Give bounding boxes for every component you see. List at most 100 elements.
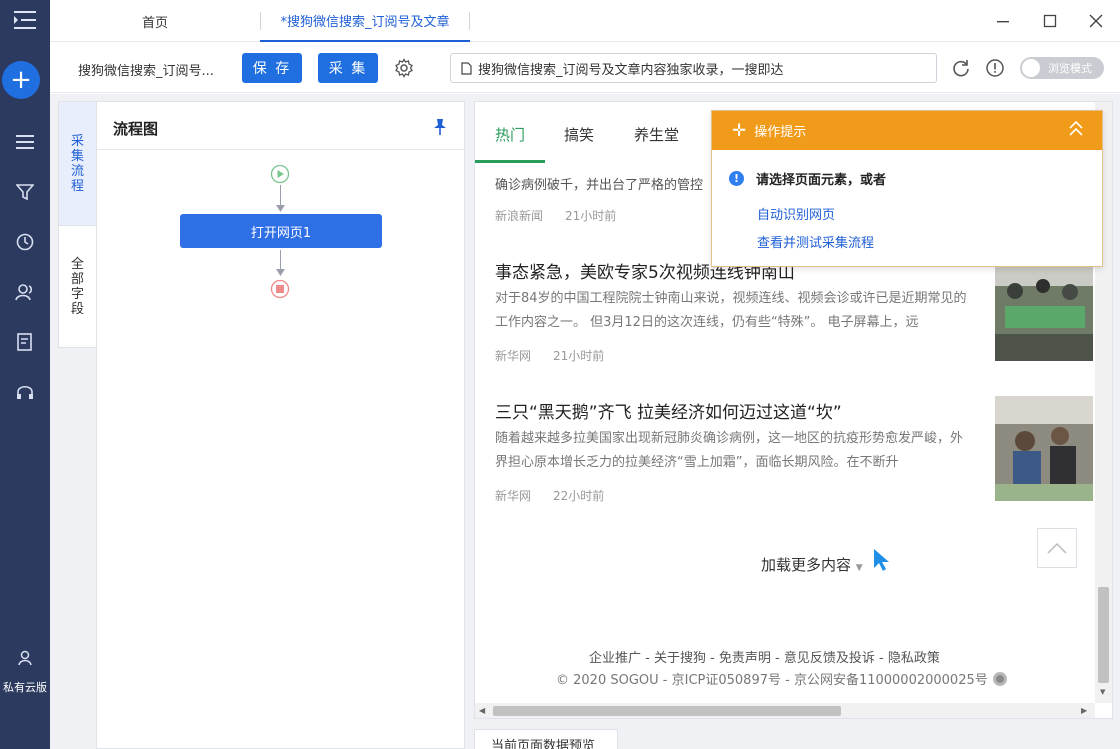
toolbar: 搜狗微信搜索_订阅号... 保 存 采 集 搜狗微信搜索_订阅号及文章内容独家收… — [50, 43, 1120, 93]
news-time: 21小时前 — [553, 349, 605, 363]
scroll-left-icon[interactable]: ◀ — [479, 706, 485, 715]
active-tab-indicator — [475, 160, 545, 163]
clock-icon[interactable] — [0, 224, 50, 260]
horizontal-scrollbar[interactable]: ◀ ▶ — [475, 703, 1095, 718]
caret-down-icon: ▼ — [855, 563, 863, 573]
news-tab-health[interactable]: 养生堂 — [634, 124, 679, 145]
end-node-icon[interactable] — [270, 279, 290, 303]
side-tabs: 采 集 流 程 全 部 字 段 — [58, 101, 96, 348]
private-cloud-entry[interactable]: 私有云版 — [0, 650, 50, 695]
flow-node-open-page[interactable]: 打开网页1 — [180, 214, 382, 248]
headset-icon[interactable] — [0, 374, 50, 410]
news-source: 新浪新闻 — [495, 209, 544, 223]
minimize-icon[interactable] — [986, 6, 1020, 36]
arrow-down-icon — [276, 269, 285, 276]
chevron-up-icon — [1047, 542, 1067, 554]
auto-detect-link[interactable]: 自动识别网页 — [757, 204, 835, 223]
toggle-knob — [1022, 59, 1040, 77]
police-badge-icon — [992, 671, 1008, 691]
operation-tip-popup: ✛ 操作提示 ! 请选择页面元素，或者 自动识别网页 查看并测试采集流程 — [711, 110, 1103, 267]
scrollbar-thumb[interactable] — [1098, 587, 1109, 683]
scroll-down-icon[interactable]: ▼ — [1100, 688, 1105, 696]
collect-button[interactable]: 采 集 — [318, 53, 378, 83]
add-task-button[interactable]: + — [2, 61, 40, 99]
page-icon — [461, 61, 472, 75]
tab-char: 采 — [70, 133, 84, 149]
data-preview-tab[interactable]: 当前页面数据预览 — [474, 729, 618, 749]
task-name: 搜狗微信搜索_订阅号... — [78, 64, 214, 79]
menu-icon[interactable] — [0, 2, 50, 38]
scrollbar-thumb[interactable] — [493, 706, 841, 716]
settings-icon[interactable] — [392, 56, 416, 80]
arrow-down-icon — [276, 205, 285, 212]
tab-char: 流 — [70, 163, 84, 179]
tab-all-fields[interactable]: 全 部 字 段 — [59, 226, 96, 348]
flowchart-title: 流程图 — [113, 120, 159, 138]
footer-copyright: © 2020 SOGOU - 京ICP证050897号 - 京公网安备11000… — [556, 669, 1008, 691]
private-cloud-label: 私有云版 — [3, 681, 47, 694]
tab-home[interactable]: 首页 — [50, 0, 260, 42]
flowchart-header: 流程图 — [97, 102, 464, 150]
tip-header[interactable]: ✛ 操作提示 — [712, 111, 1102, 150]
load-more-link[interactable]: 加载更多内容 ▼ — [761, 554, 863, 575]
news-source: 新华网 — [495, 349, 532, 363]
alert-icon[interactable] — [983, 56, 1007, 80]
test-flow-link[interactable]: 查看并测试采集流程 — [757, 232, 874, 251]
news-tab-funny[interactable]: 搞笑 — [564, 124, 594, 145]
news-meta: 新浪新闻 21小时前 — [495, 207, 616, 224]
tab-char: 段 — [70, 302, 84, 317]
pin-icon[interactable] — [432, 118, 448, 140]
news-thumbnail[interactable] — [995, 256, 1093, 361]
plus-icon: + — [10, 65, 32, 95]
pointer-cursor-icon — [873, 548, 891, 576]
news-time: 21小时前 — [565, 209, 617, 223]
users-icon[interactable] — [0, 274, 50, 310]
load-more-label: 加载更多内容 — [761, 556, 852, 574]
maximize-icon[interactable] — [1033, 6, 1067, 36]
news-meta: 新华网 22小时前 — [495, 487, 604, 504]
news-summary: 随着越来越多拉美国家出现新冠肺炎确诊病例，这一地区的抗疫形势愈发严峻，外界担心原… — [495, 431, 964, 470]
document-icon[interactable] — [0, 324, 50, 360]
tab-divider — [469, 12, 470, 30]
url-input[interactable]: 搜狗微信搜索_订阅号及文章内容独家收录，一搜即达 — [450, 53, 937, 83]
tab-task[interactable]: *搜狗微信搜索_订阅号及文章 — [260, 0, 470, 42]
user-icon — [0, 650, 50, 669]
back-to-top-button[interactable] — [1037, 528, 1077, 568]
url-text: 搜狗微信搜索_订阅号及文章内容独家收录，一搜即达 — [478, 62, 784, 78]
filter-icon[interactable] — [0, 174, 50, 210]
news-thumbnail[interactable] — [995, 396, 1093, 501]
scroll-right-icon[interactable]: ▶ — [1081, 706, 1087, 715]
tip-title: 操作提示 — [754, 125, 807, 140]
tab-char: 集 — [70, 148, 84, 164]
tab-char: 部 — [70, 272, 84, 287]
tab-char: 字 — [70, 287, 84, 302]
copyright-text: © 2020 SOGOU - 京ICP证050897号 - 京公网安备11000… — [556, 673, 988, 688]
tip-message: ! 请选择页面元素，或者 — [729, 169, 886, 188]
move-icon: ✛ — [732, 120, 747, 141]
tab-collect-flow[interactable]: 采 集 流 程 — [59, 102, 96, 226]
footer-links[interactable]: 企业推广 - 关于搜狗 - 免责声明 - 意见反馈及投诉 - 隐私政策 — [589, 647, 940, 666]
tab-char: 程 — [70, 178, 84, 194]
tab-char: 全 — [70, 257, 84, 272]
news-headline[interactable]: 三只“黑天鹅”齐飞 拉美经济如何迈过这道“坎” — [495, 398, 842, 423]
browse-mode-toggle[interactable]: 浏览模式 — [1020, 57, 1104, 79]
list-icon[interactable] — [0, 124, 50, 160]
collapse-icon[interactable] — [1068, 120, 1084, 142]
left-sidebar: + 私有云版 — [0, 0, 50, 749]
news-source: 新华网 — [495, 489, 532, 503]
save-button[interactable]: 保 存 — [242, 53, 302, 83]
news-tab-hot[interactable]: 热门 — [495, 124, 525, 145]
browse-mode-label: 浏览模式 — [1048, 62, 1092, 75]
tip-message-text: 请选择页面元素，或者 — [756, 173, 887, 188]
news-meta: 新华网 21小时前 — [495, 347, 604, 364]
refresh-icon[interactable] — [949, 56, 973, 80]
news-summary-fragment: 确诊病例破千，并出台了严格的管控 — [495, 178, 704, 193]
flow-connector — [280, 185, 281, 207]
flowchart-panel: 流程图 打开网页1 — [96, 101, 465, 749]
news-summary: 对于84岁的中国工程院院士钟南山来说，视频连线、视频会诊或许已是近期常见的工作内… — [495, 291, 967, 330]
info-icon: ! — [729, 171, 744, 186]
app-window: + 私有云版 首页 *搜狗微信搜索_订阅号及文章 搜狗微信搜索_订阅号... 保… — [0, 0, 1120, 749]
close-icon[interactable] — [1079, 6, 1113, 36]
news-time: 22小时前 — [553, 489, 605, 503]
title-bar: 首页 *搜狗微信搜索_订阅号及文章 — [50, 0, 1120, 42]
